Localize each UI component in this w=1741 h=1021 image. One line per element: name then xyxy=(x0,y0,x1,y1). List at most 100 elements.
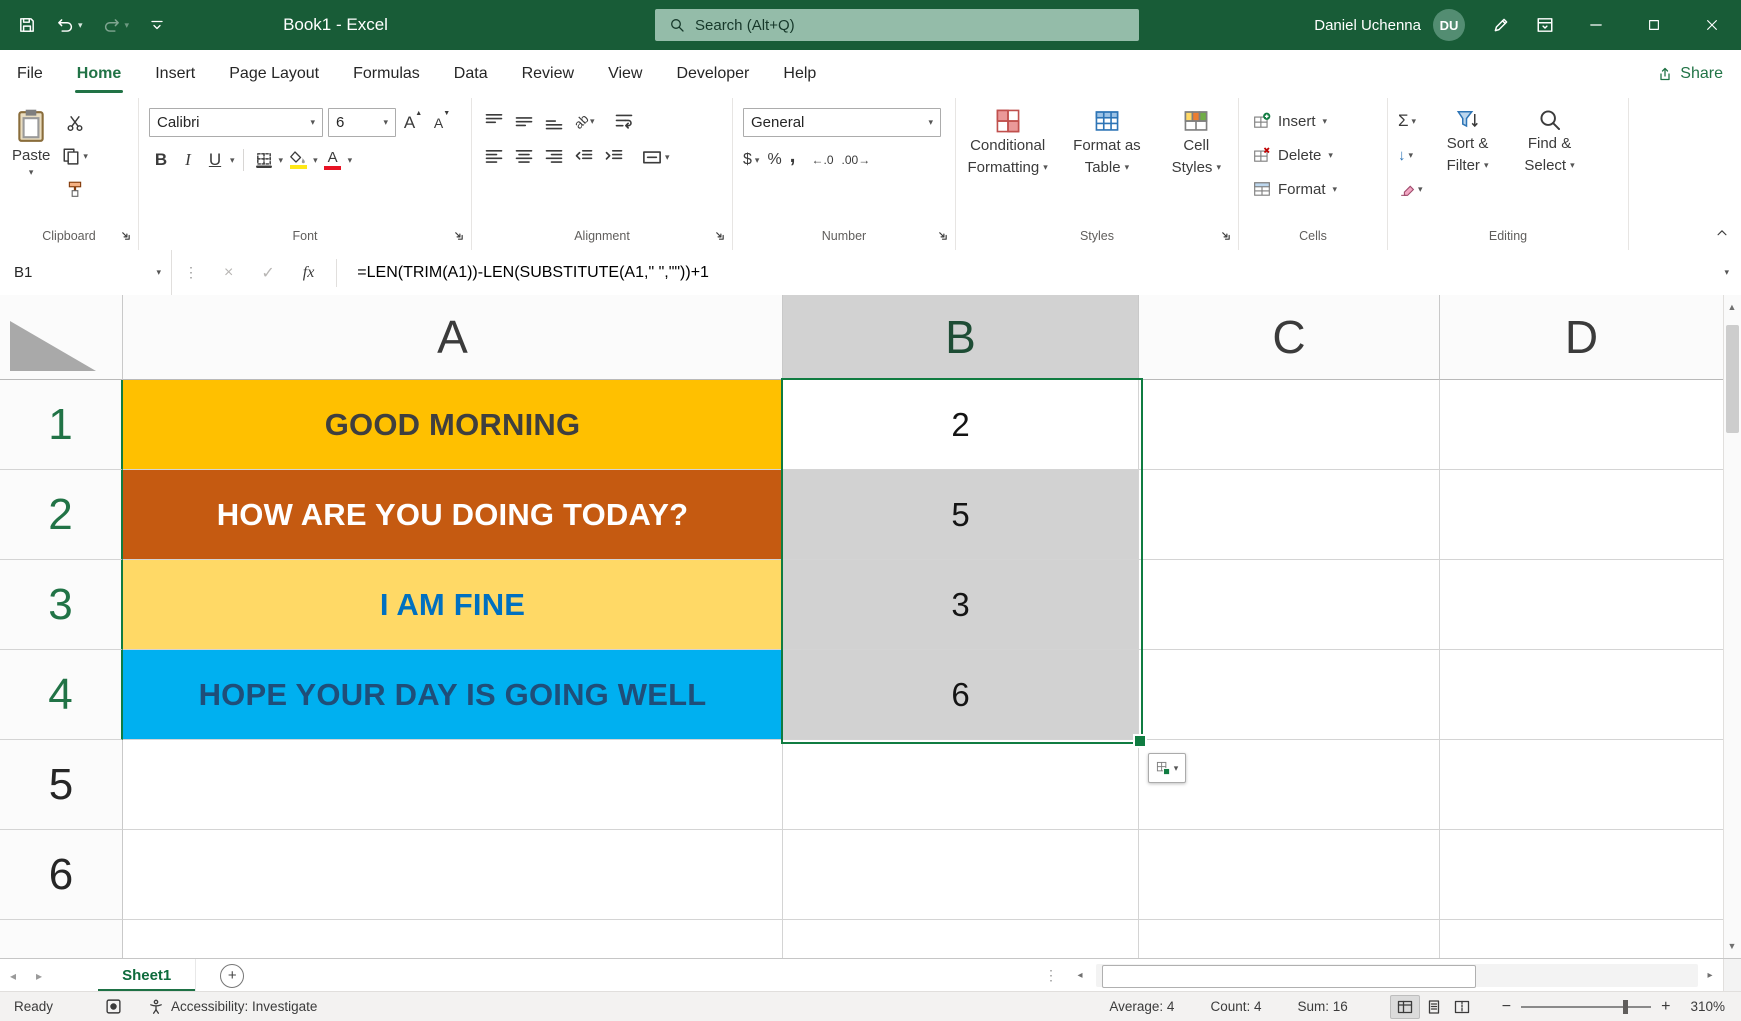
enter-entry-button[interactable]: ✓ xyxy=(247,263,288,283)
row-header-4[interactable]: 4 xyxy=(0,650,123,740)
underline-dropdown-icon[interactable]: ▾ xyxy=(230,156,235,165)
align-middle-button[interactable] xyxy=(512,108,536,134)
column-header-d[interactable]: D xyxy=(1440,295,1724,380)
expand-formula-bar-icon[interactable]: ▾ xyxy=(1724,268,1729,277)
row-header-6[interactable]: 6 xyxy=(0,830,123,920)
inking-pen-icon[interactable] xyxy=(1479,0,1523,50)
cell-c3[interactable] xyxy=(1139,560,1440,650)
zoom-level[interactable]: 310% xyxy=(1690,999,1725,1014)
row-header-3[interactable]: 3 xyxy=(0,560,123,650)
tab-splitter-handle[interactable]: ⋮ xyxy=(1044,967,1058,984)
cell-b4[interactable]: 6 xyxy=(783,650,1139,740)
increase-decimal-button[interactable]: ←.0 xyxy=(812,147,834,173)
number-format-select[interactable]: General ▾ xyxy=(743,108,941,137)
auto-fill-options-button[interactable]: ▾ xyxy=(1148,753,1186,783)
hscroll-left-icon[interactable]: ◂ xyxy=(1068,959,1092,992)
status-count[interactable]: Count: 4 xyxy=(1210,999,1261,1014)
format-as-table-button[interactable]: Format as Table▾ xyxy=(1061,108,1152,177)
styles-dialog-launcher[interactable] xyxy=(1220,230,1231,241)
tab-data[interactable]: Data xyxy=(437,50,505,98)
fill-color-button[interactable] xyxy=(286,147,310,173)
cell-a4[interactable]: HOPE YOUR DAY IS GOING WELL xyxy=(123,650,783,740)
fill-button[interactable]: ↓ ▾ xyxy=(1398,142,1423,168)
find-select-button[interactable]: Find & Select▾ xyxy=(1513,108,1587,202)
tab-help[interactable]: Help xyxy=(766,50,833,98)
tab-review[interactable]: Review xyxy=(505,50,591,98)
hscroll-right-icon[interactable]: ▸ xyxy=(1698,959,1722,992)
name-box[interactable]: B1 ▾ xyxy=(0,250,172,295)
formula-input[interactable]: =LEN(TRIM(A1))-LEN(SUBSTITUTE(A1," ","")… xyxy=(357,264,709,282)
cell-c4[interactable] xyxy=(1139,650,1440,740)
align-bottom-button[interactable] xyxy=(542,108,566,134)
maximize-button[interactable] xyxy=(1625,0,1683,50)
row-header-partial[interactable] xyxy=(0,920,123,958)
zoom-out-button[interactable]: − xyxy=(1502,998,1511,1016)
redo-dropdown-icon[interactable]: ▾ xyxy=(125,21,130,30)
status-average[interactable]: Average: 4 xyxy=(1109,999,1174,1014)
accessibility-checker-button[interactable]: Accessibility: Investigate xyxy=(148,999,317,1015)
select-all-button[interactable] xyxy=(0,295,123,380)
cell-c-partial[interactable] xyxy=(1139,920,1440,958)
format-painter-button[interactable] xyxy=(62,176,88,202)
align-top-button[interactable] xyxy=(482,108,506,134)
sort-filter-button[interactable]: Sort & Filter▾ xyxy=(1431,108,1505,202)
column-header-a[interactable]: A xyxy=(123,295,783,380)
zoom-slider-thumb[interactable] xyxy=(1623,1000,1628,1014)
undo-dropdown-icon[interactable]: ▾ xyxy=(78,21,83,30)
ribbon-display-options-icon[interactable] xyxy=(1523,0,1567,50)
cell-b3[interactable]: 3 xyxy=(783,560,1139,650)
conditional-formatting-button[interactable]: Conditional Formatting▾ xyxy=(960,108,1055,177)
align-left-button[interactable] xyxy=(482,144,506,170)
search-input[interactable]: Search (Alt+Q) xyxy=(655,9,1139,41)
save-icon[interactable] xyxy=(18,16,36,34)
cell-a2[interactable]: HOW ARE YOU DOING TODAY? xyxy=(123,470,783,560)
decrease-font-size-button[interactable]: A▼ xyxy=(430,110,454,136)
font-color-dropdown-icon[interactable]: ▾ xyxy=(348,156,353,165)
increase-indent-button[interactable] xyxy=(602,144,626,170)
copy-button[interactable]: ▾ xyxy=(62,143,88,169)
tab-formulas[interactable]: Formulas xyxy=(336,50,437,98)
increase-font-size-button[interactable]: A▲ xyxy=(401,110,425,136)
column-header-b[interactable]: B xyxy=(783,295,1139,380)
paste-button[interactable]: Paste ▾ xyxy=(12,108,50,202)
minimize-button[interactable] xyxy=(1567,0,1625,50)
align-right-button[interactable] xyxy=(542,144,566,170)
cell-c2[interactable] xyxy=(1139,470,1440,560)
align-center-button[interactable] xyxy=(512,144,536,170)
cell-b1[interactable]: 2 xyxy=(783,380,1139,470)
fill-color-dropdown-icon[interactable]: ▾ xyxy=(313,156,318,165)
sheet-tab-sheet1[interactable]: Sheet1 xyxy=(98,959,196,992)
insert-function-button[interactable]: fx xyxy=(289,264,329,282)
cancel-entry-button[interactable]: × xyxy=(210,264,247,282)
previous-sheet-icon[interactable]: ◂ xyxy=(0,969,26,983)
orientation-button[interactable]: ab ▾ xyxy=(572,108,596,134)
cell-a6[interactable] xyxy=(123,830,783,920)
next-sheet-icon[interactable]: ▸ xyxy=(26,969,52,983)
tab-developer[interactable]: Developer xyxy=(659,50,766,98)
row-header-1[interactable]: 1 xyxy=(0,380,123,470)
cell-d5[interactable] xyxy=(1440,740,1724,830)
vertical-scrollbar-thumb[interactable] xyxy=(1726,325,1739,433)
cell-styles-button[interactable]: Cell Styles▾ xyxy=(1159,108,1234,177)
collapse-ribbon-button[interactable] xyxy=(1715,226,1729,240)
user-name[interactable]: Daniel Uchenna xyxy=(1314,17,1421,34)
cell-b-partial[interactable] xyxy=(783,920,1139,958)
zoom-slider[interactable] xyxy=(1521,1006,1651,1008)
decrease-decimal-button[interactable]: .00→ xyxy=(842,147,871,173)
cell-b2[interactable]: 5 xyxy=(783,470,1139,560)
cell-d1[interactable] xyxy=(1440,380,1724,470)
page-layout-view-button[interactable] xyxy=(1420,996,1448,1018)
borders-dropdown-icon[interactable]: ▾ xyxy=(279,156,284,165)
bold-button[interactable]: B xyxy=(149,147,173,173)
clear-button[interactable]: ▾ xyxy=(1398,176,1423,202)
undo-icon[interactable]: ▾ xyxy=(56,16,83,34)
cell-a1[interactable]: GOOD MORNING xyxy=(123,380,783,470)
cell-d6[interactable] xyxy=(1440,830,1724,920)
share-button[interactable]: Share xyxy=(1657,50,1723,98)
number-dialog-launcher[interactable] xyxy=(937,230,948,241)
decrease-indent-button[interactable] xyxy=(572,144,596,170)
font-color-button[interactable]: A xyxy=(321,147,345,173)
record-macro-button[interactable] xyxy=(105,998,122,1015)
format-cells-button[interactable]: Format ▾ xyxy=(1253,176,1387,202)
tab-home[interactable]: Home xyxy=(60,50,138,98)
